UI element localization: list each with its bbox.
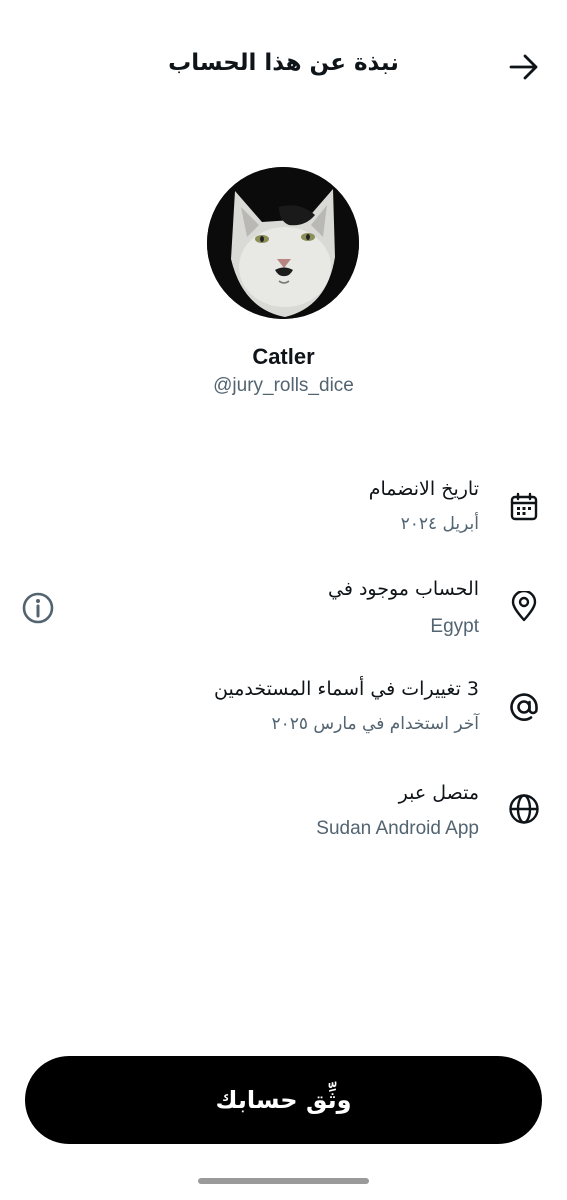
calendar-icon [507, 490, 541, 524]
location-title: الحساب موجود في [328, 578, 479, 600]
globe-icon [507, 792, 541, 826]
avatar[interactable] [207, 167, 359, 319]
info-icon [22, 592, 54, 624]
username-changes-title: 3 تغييرات في أسماء المستخدمين [214, 678, 479, 700]
connected-via-title: متصل عبر [398, 782, 479, 804]
location-pin-icon [507, 590, 541, 624]
row-connected-via: متصل عبر Sudan Android App [0, 770, 567, 850]
row-username-changes: 3 تغييرات في أسماء المستخدمين آخر استخدا… [0, 670, 567, 750]
header: نبذة عن هذا الحساب [0, 38, 567, 94]
join-date-title: تاريخ الانضمام [368, 478, 479, 500]
username-changes-value: آخر استخدام في مارس ٢٠٢٥ [271, 714, 479, 734]
row-account-location: الحساب موجود في Egypt [0, 570, 567, 650]
join-date-value: أبريل ٢٠٢٤ [400, 514, 479, 534]
connected-via-value: Sudan Android App [316, 818, 479, 839]
about-account-screen: نبذة عن هذا الحساب Catler @jury_rolls_di… [0, 0, 567, 1200]
cat-avatar [207, 167, 359, 319]
location-info-button[interactable] [20, 590, 56, 626]
page-title: نبذة عن هذا الحساب [168, 50, 399, 76]
back-button[interactable] [507, 50, 541, 84]
row-join-date: تاريخ الانضمام أبريل ٢٠٢٤ [0, 470, 567, 550]
home-indicator[interactable] [198, 1178, 369, 1184]
verify-account-button[interactable]: وثِّق حسابك [25, 1056, 542, 1144]
location-value: Egypt [430, 616, 479, 637]
username-handle: @jury_rolls_dice [213, 375, 354, 396]
display-name: Catler [252, 344, 315, 369]
at-sign-icon [507, 690, 541, 724]
arrow-right-icon [509, 54, 538, 80]
